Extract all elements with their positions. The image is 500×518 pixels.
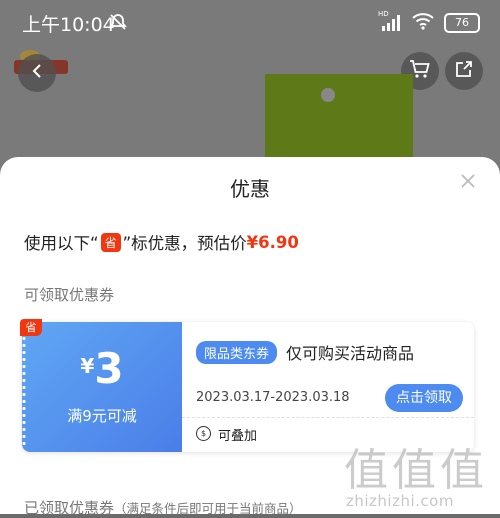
watermark-glyph-3: 值 [440,445,484,496]
share-button[interactable] [445,52,483,90]
coupon-category-tag: 限品类东券 [196,341,278,364]
close-icon [458,174,478,195]
claimed-coupons-section: 已领取优惠券（满足条件后即可用于当前商品） [24,497,302,518]
coupon-amount-value: 3 [94,344,124,393]
status-time: 上午10:04 [22,14,115,36]
coupon-corner-badge: 省 [20,319,42,336]
close-button[interactable] [458,171,478,191]
site-watermark: 值 值 值 zhizhizhi.com [344,432,494,510]
claim-button[interactable]: 点击领取 [385,384,463,412]
coupon-divider [182,417,474,418]
sheet-title: 优惠 [230,177,270,201]
coupon-value-panel: ¥3 满9元可减 [22,322,182,452]
coupon-currency: ¥ [80,354,95,378]
back-button[interactable] [18,54,56,92]
mute-icon [108,12,128,36]
network-type: HD [378,10,389,18]
status-bar: 上午10:04 HD 76 [0,0,500,46]
battery-indicator: 76 [444,13,480,33]
price-middle: ”标优惠，预估价 [122,234,247,253]
estimated-price: ¥6.90 [246,232,299,252]
product-image [265,74,413,158]
share-icon [454,59,474,83]
watermark-url: zhizhizhi.com [346,492,454,510]
stackable-label: 可叠加 [218,429,258,444]
watermark-glyph-2: 值 [392,445,436,496]
stackable-icon: $ [196,426,211,441]
coupon-date-range: 2023.03.17-2023.03.18 [196,390,350,405]
back-icon [29,63,45,83]
available-coupons-label: 可领取优惠券 [24,286,115,304]
signal-icon: HD [378,10,402,32]
sheng-badge: 省 [100,232,121,252]
estimated-price-line: 使用以下“ 省 ”标优惠，预估价 ¥6.90 [24,230,299,254]
watermark-glyph-1: 值 [344,445,388,496]
wifi-icon [412,12,434,34]
coupon-amount: ¥3 [22,344,182,393]
price-prefix: 使用以下“ [24,234,99,253]
coupon-condition: 满9元可减 [67,407,137,425]
status-icons: HD 76 [378,10,480,34]
product-hang-hole [321,88,335,102]
claimed-coupons-label: 已领取优惠券 [24,499,115,517]
coupon-description: 仅可购买活动商品 [286,344,415,363]
